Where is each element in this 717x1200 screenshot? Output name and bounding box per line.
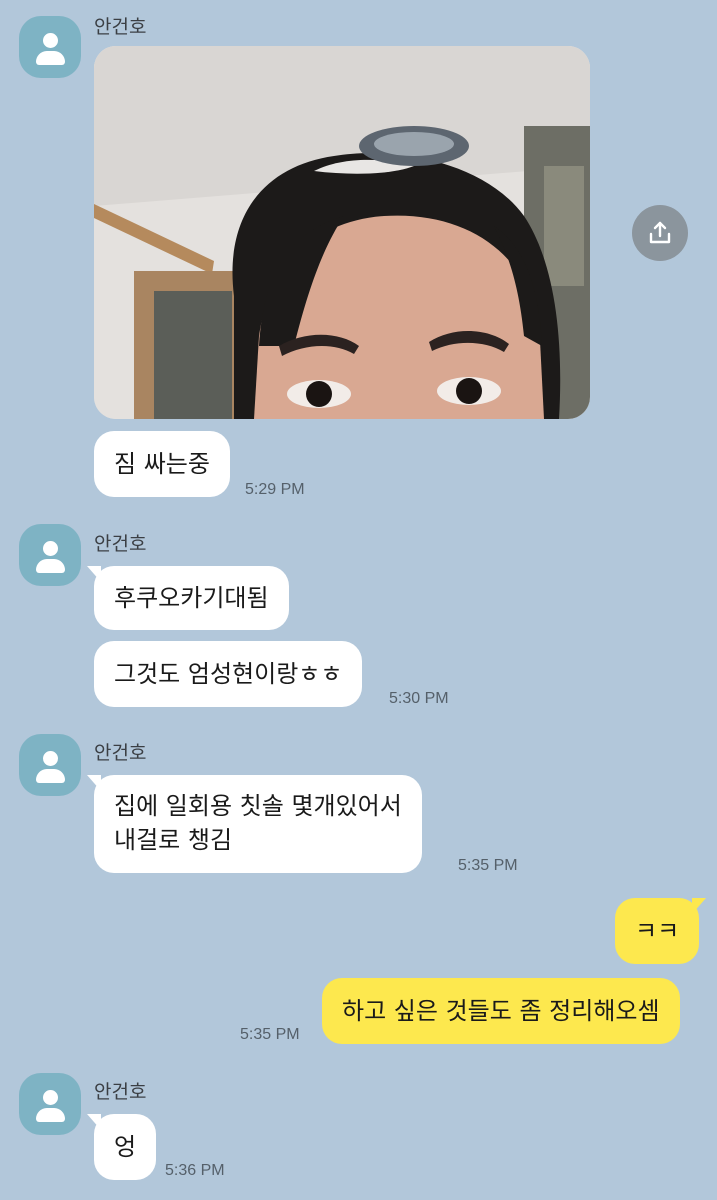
sender-name: 안건호 (94, 533, 147, 555)
message-time: 5:36 PM (165, 1162, 225, 1179)
message-bubble-outgoing[interactable]: ㅋㅋ (615, 898, 707, 964)
message-time: 5:35 PM (458, 857, 518, 874)
share-button[interactable] (632, 205, 688, 261)
profile-head-shape (43, 1090, 58, 1105)
message-bubble[interactable]: 후쿠오카기대됨 (87, 566, 289, 630)
message-bubble[interactable]: 집에 일회용 칫솔 몇개있어서 내걸로 챙김 (87, 775, 422, 873)
profile-body-shape (36, 1108, 65, 1122)
profile-head-shape (43, 541, 58, 556)
message-time: 5:30 PM (389, 690, 449, 707)
profile-body-shape (36, 51, 65, 65)
photo-image (94, 46, 590, 419)
profile-body-shape (36, 769, 65, 783)
message-time: 5:29 PM (245, 481, 305, 498)
message-bubble-outgoing[interactable]: 하고 싶은 것들도 좀 정리해오셈 (322, 978, 680, 1044)
sender-name: 안건호 (94, 16, 147, 38)
avatar[interactable] (19, 734, 81, 796)
photo-attachment[interactable] (94, 46, 590, 419)
avatar[interactable] (19, 1073, 81, 1135)
message-time: 5:35 PM (240, 1026, 300, 1043)
profile-head-shape (43, 33, 58, 48)
message-bubble[interactable]: 짐 싸는중 (94, 431, 230, 497)
profile-head-shape (43, 751, 58, 766)
message-bubble[interactable]: 엉 (86, 1114, 157, 1180)
avatar[interactable] (19, 524, 81, 586)
avatar[interactable] (19, 16, 81, 78)
profile-body-shape (36, 559, 65, 573)
message-bubble[interactable]: 그것도 엄성현이랑ㅎㅎ (94, 641, 363, 707)
sender-name: 안건호 (94, 1081, 147, 1103)
sender-name: 안건호 (94, 742, 147, 764)
share-upload-icon (649, 221, 671, 244)
